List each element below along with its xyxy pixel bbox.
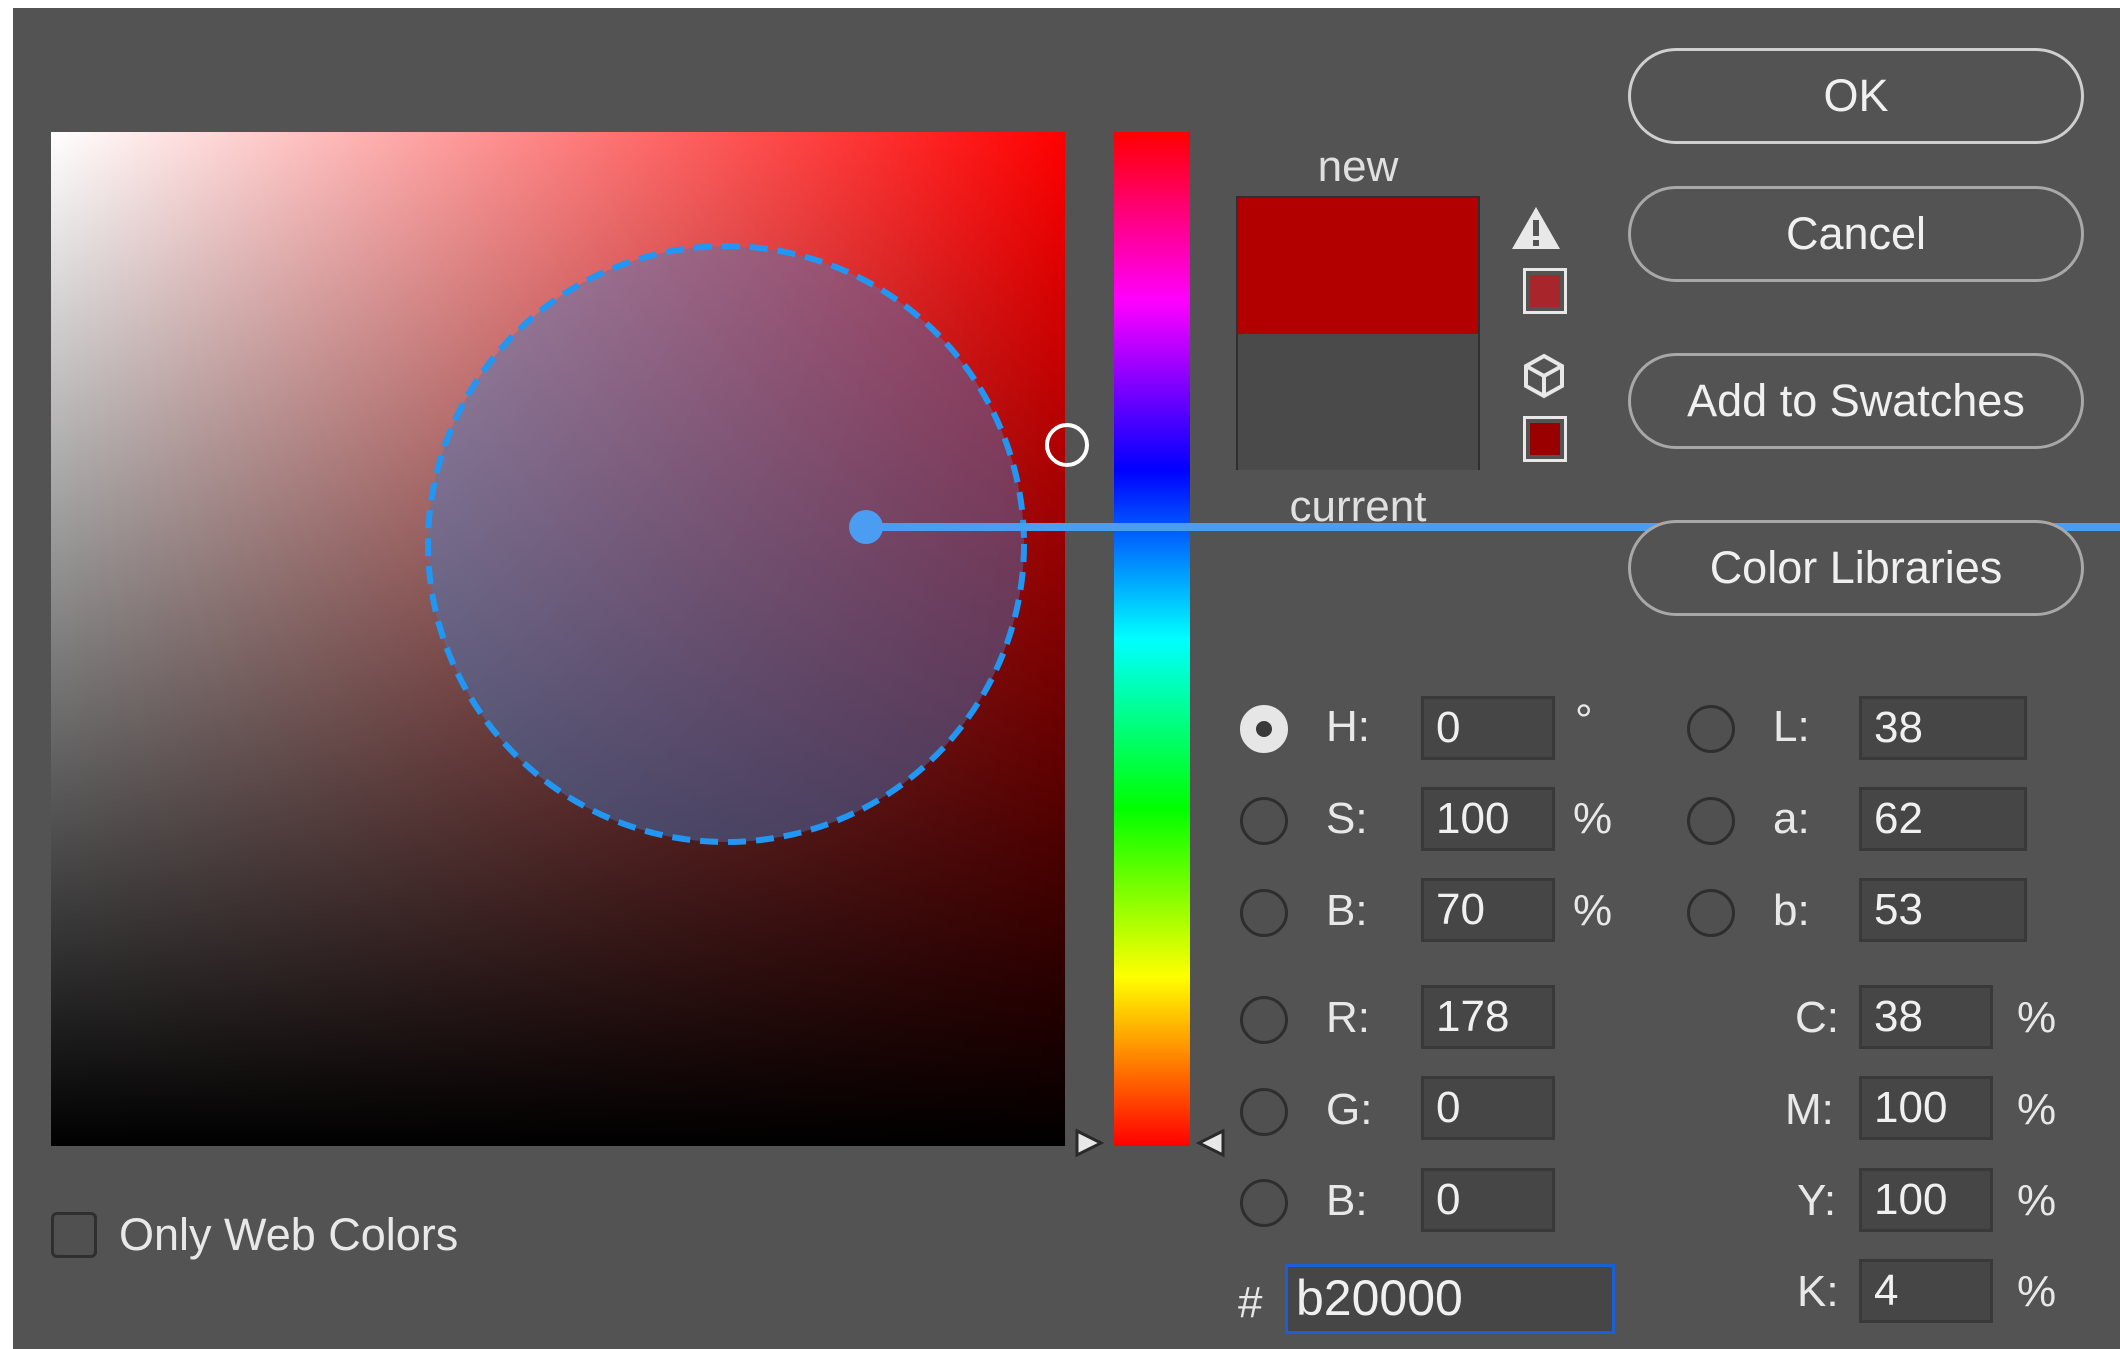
gamut-warning-swatch[interactable] — [1523, 268, 1567, 314]
green-radio[interactable] — [1240, 1088, 1288, 1136]
green-label: G: — [1326, 1085, 1373, 1134]
current-color-swatch[interactable] — [1238, 334, 1478, 470]
web-safe-swatch[interactable] — [1523, 416, 1567, 462]
brightness-label: B: — [1326, 886, 1368, 935]
red-radio[interactable] — [1240, 996, 1288, 1044]
b-channel-field[interactable]: 53 — [1859, 878, 2027, 942]
magenta-field[interactable]: 100 — [1859, 1076, 1993, 1140]
hue-field[interactable]: 0 — [1421, 696, 1555, 760]
color-libraries-button[interactable]: Color Libraries — [1628, 520, 2084, 616]
red-field[interactable]: 178 — [1421, 985, 1555, 1049]
hex-label: # — [1238, 1278, 1263, 1327]
only-web-colors-checkbox[interactable] — [51, 1212, 97, 1258]
black-field[interactable]: 4 — [1859, 1259, 1993, 1323]
cube-icon[interactable] — [1520, 352, 1568, 400]
add-to-swatches-button[interactable]: Add to Swatches — [1628, 353, 2084, 449]
saturation-radio[interactable] — [1240, 797, 1288, 845]
saturation-unit: % — [1573, 794, 1613, 843]
a-channel-field[interactable]: 62 — [1859, 787, 2027, 851]
cyan-unit: % — [2017, 993, 2057, 1042]
magenta-unit: % — [2017, 1085, 2057, 1134]
lightness-radio[interactable] — [1687, 705, 1735, 753]
a-channel-radio[interactable] — [1687, 797, 1735, 845]
lightness-field[interactable]: 38 — [1859, 696, 2027, 760]
cancel-button[interactable]: Cancel — [1628, 186, 2084, 282]
brightness-field[interactable]: 70 — [1421, 878, 1555, 942]
b-channel-label: b: — [1773, 886, 1810, 935]
yellow-unit: % — [2017, 1176, 2057, 1225]
brightness-unit: % — [1573, 886, 1613, 935]
hue-label: H: — [1326, 702, 1370, 751]
saturation-label: S: — [1326, 794, 1368, 843]
blue-radio[interactable] — [1240, 1179, 1288, 1227]
brightness-radio[interactable] — [1240, 889, 1288, 937]
hue-unit: ° — [1575, 696, 1593, 745]
only-web-colors-label[interactable]: Only Web Colors — [119, 1209, 458, 1261]
blue-label: B: — [1326, 1176, 1368, 1225]
current-label: current — [1289, 482, 1427, 531]
yellow-label: Y: — [1797, 1176, 1837, 1225]
new-color-swatch — [1238, 198, 1478, 334]
hue-slider-right-handle[interactable] — [1193, 1125, 1229, 1161]
blue-field[interactable]: 0 — [1421, 1168, 1555, 1232]
new-label: new — [1317, 142, 1399, 191]
color-picker-dialog: OK Cancel Add to Swatches Color Librarie… — [13, 8, 2120, 1349]
black-label: K: — [1797, 1267, 1839, 1316]
hue-radio[interactable] — [1240, 705, 1288, 753]
green-field[interactable]: 0 — [1421, 1076, 1555, 1140]
yellow-field[interactable]: 100 — [1859, 1168, 1993, 1232]
cyan-label: C: — [1795, 993, 1839, 1042]
saturation-field[interactable]: 100 — [1421, 787, 1555, 851]
warning-triangle-icon[interactable] — [1510, 204, 1562, 252]
hex-field[interactable]: b20000 — [1285, 1264, 1615, 1334]
b-channel-radio[interactable] — [1687, 889, 1735, 937]
cyan-field[interactable]: 38 — [1859, 985, 1993, 1049]
hue-slider-left-handle[interactable] — [1071, 1125, 1107, 1161]
a-channel-label: a: — [1773, 794, 1810, 843]
saturation-brightness-field[interactable] — [51, 132, 1065, 1146]
black-unit: % — [2017, 1267, 2057, 1316]
ok-button[interactable]: OK — [1628, 48, 2084, 144]
red-label: R: — [1326, 993, 1370, 1042]
lightness-label: L: — [1773, 702, 1810, 751]
magenta-label: M: — [1785, 1085, 1834, 1134]
hue-slider[interactable] — [1114, 132, 1190, 1146]
